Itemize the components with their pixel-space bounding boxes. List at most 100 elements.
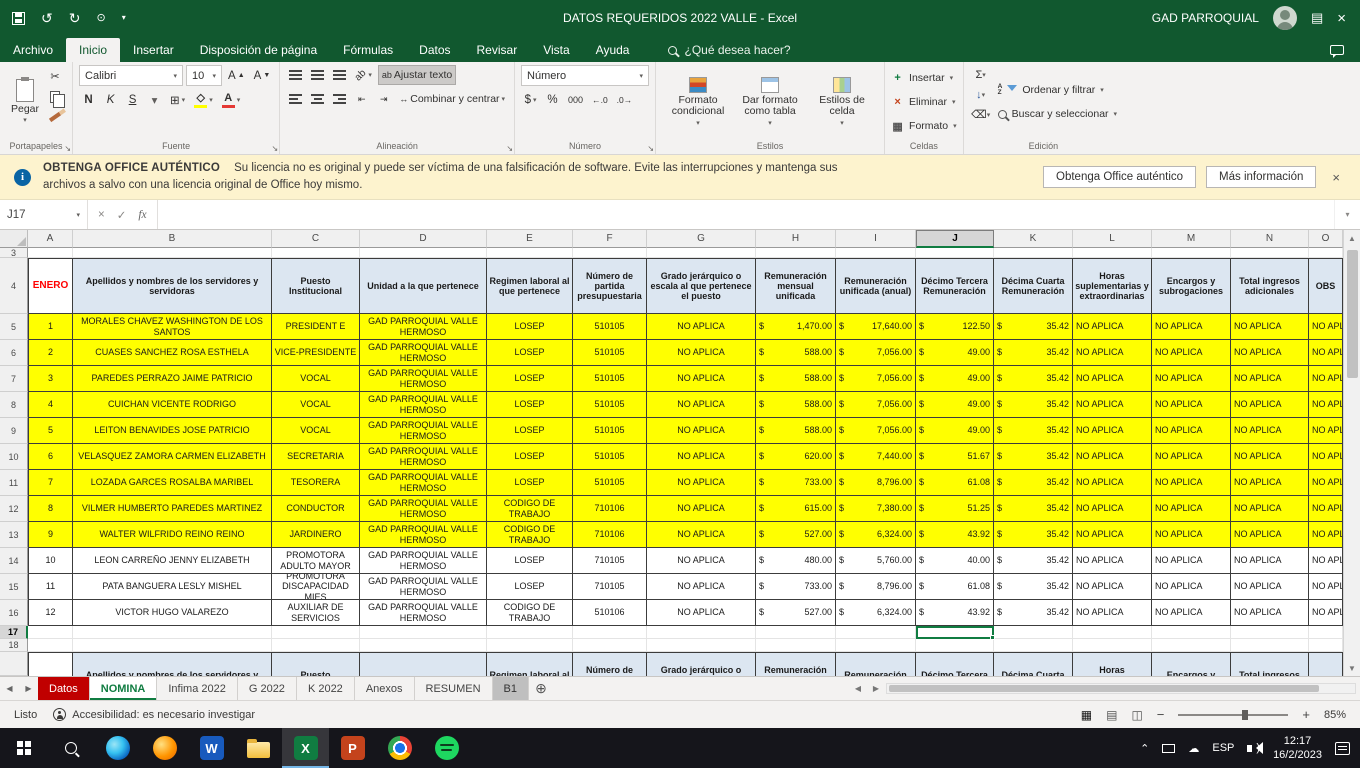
normal-view-icon[interactable]: ▦	[1081, 708, 1092, 722]
cell[interactable]: JARDINERO	[272, 522, 360, 548]
align-right-icon[interactable]	[330, 89, 349, 109]
cell[interactable]: NO APLICA	[1309, 548, 1343, 574]
cell[interactable]: NO APLICA	[1231, 522, 1309, 548]
taskbar-file-explorer[interactable]	[235, 728, 282, 768]
cell[interactable]: $51.25	[916, 496, 994, 522]
learn-more-button[interactable]: Más información	[1206, 166, 1316, 188]
cell[interactable]: GAD PARROQUIAL VALLE HERMOSO	[360, 444, 487, 470]
volume-icon[interactable]: )	[1247, 742, 1260, 754]
cell[interactable]	[994, 639, 1073, 652]
cell[interactable]: NO APLICA	[647, 314, 756, 340]
tab-datos[interactable]: Datos	[406, 38, 463, 62]
cell[interactable]: VILMER HUMBERTO PAREDES MARTINEZ	[73, 496, 272, 522]
column-header-K[interactable]: K	[994, 230, 1073, 248]
row-header-13[interactable]: 13	[0, 522, 28, 548]
cell-styles-button[interactable]: Estilos de celda ▾	[806, 65, 878, 139]
cell[interactable]	[272, 626, 360, 639]
cell[interactable]: NO APLICA	[1073, 444, 1152, 470]
cell[interactable]: VICTOR HUGO VALAREZO	[73, 600, 272, 626]
font-name-combo[interactable]: Calibri▾	[79, 65, 183, 86]
row-header-9[interactable]: 9	[0, 418, 28, 444]
cell[interactable]: $61.08	[916, 574, 994, 600]
cell[interactable]	[28, 639, 73, 652]
cell[interactable]: NO APLICA	[647, 496, 756, 522]
cell[interactable]: NO APLICA	[1231, 366, 1309, 392]
cell[interactable]: NO APLICA	[1309, 522, 1343, 548]
sheet-tab-infima-2022[interactable]: Infima 2022	[157, 677, 237, 700]
cell[interactable]: 11	[28, 574, 73, 600]
save-icon[interactable]	[12, 12, 25, 25]
cell[interactable]: NO APLICA	[1152, 470, 1231, 496]
row-header-14[interactable]: 14	[0, 548, 28, 574]
cell[interactable]: 510105	[573, 392, 647, 418]
wrap-text-button[interactable]: abAjustar texto	[378, 65, 456, 85]
cell[interactable]: 1	[28, 314, 73, 340]
align-left-icon[interactable]	[286, 89, 305, 109]
cell[interactable]: NO APLICA	[1309, 340, 1343, 366]
cell[interactable]: VOCAL	[272, 366, 360, 392]
font-size-combo[interactable]: 10▾	[186, 65, 222, 86]
column-header-N[interactable]: N	[1231, 230, 1309, 248]
cell[interactable]	[647, 639, 756, 652]
cell[interactable]	[487, 626, 573, 639]
sheet-nav-right-icon[interactable]: ▶	[19, 677, 38, 700]
increase-font-icon[interactable]: A▲	[225, 66, 248, 86]
cell[interactable]: Unidad a la que pertenece	[360, 258, 487, 314]
cell[interactable]: Encargos y subrogaciones	[1152, 258, 1231, 314]
cell[interactable]: $620.00	[756, 444, 836, 470]
cell[interactable]: GAD PARROQUIAL VALLE HERMOSO	[360, 600, 487, 626]
cell[interactable]: NO APLICA	[1231, 392, 1309, 418]
cell[interactable]: 510105	[573, 366, 647, 392]
close-notification-icon[interactable]: ×	[1326, 170, 1346, 185]
cell[interactable]: NO APLICA	[647, 522, 756, 548]
cell[interactable]: LOSEP	[487, 444, 573, 470]
cell[interactable]	[994, 248, 1073, 258]
cell[interactable]: GAD PARROQUIAL VALLE HERMOSO	[360, 574, 487, 600]
cell[interactable]	[916, 248, 994, 258]
cell[interactable]: NO APLICA	[1073, 600, 1152, 626]
cell[interactable]	[647, 626, 756, 639]
row-header-11[interactable]: 11	[0, 470, 28, 496]
cell[interactable]: NO APLICA	[1152, 496, 1231, 522]
cell[interactable]: 12	[28, 600, 73, 626]
cell[interactable]	[73, 639, 272, 652]
cell[interactable]: 710106	[573, 522, 647, 548]
cell[interactable]: NO APLICA	[647, 574, 756, 600]
cell[interactable]: NO APLICA	[1309, 392, 1343, 418]
taskbar-clock[interactable]: 12:17 16/2/2023	[1273, 734, 1322, 763]
cell[interactable]: 8	[28, 496, 73, 522]
onedrive-icon[interactable]: ☁	[1188, 742, 1199, 755]
cell[interactable]: $49.00	[916, 418, 994, 444]
column-header-M[interactable]: M	[1152, 230, 1231, 248]
cell[interactable]: Grado jerárquico o escala al que pertene…	[647, 652, 756, 676]
cell[interactable]: VOCAL	[272, 392, 360, 418]
cell[interactable]: 510105	[573, 470, 647, 496]
cell[interactable]: NO APLICA	[1073, 366, 1152, 392]
cell[interactable]: NO APLICA	[647, 340, 756, 366]
align-middle-icon[interactable]	[308, 65, 327, 85]
cell[interactable]: NO APLICA	[1152, 574, 1231, 600]
cell[interactable]: NO APLICA	[1073, 340, 1152, 366]
cell[interactable]: $615.00	[756, 496, 836, 522]
cell[interactable]: $35.42	[994, 496, 1073, 522]
cell[interactable]: 710106	[573, 496, 647, 522]
cell[interactable]: Número de partida presupuestaria	[573, 652, 647, 676]
cell[interactable]: $7,056.00	[836, 366, 916, 392]
cell[interactable]: $49.00	[916, 366, 994, 392]
thousands-format-icon[interactable]: 000	[565, 90, 586, 110]
cell[interactable]: OBS	[1309, 652, 1343, 676]
cell[interactable]: NO APLICA	[1309, 496, 1343, 522]
cell[interactable]: Horas suplementarias y extraordinarias	[1073, 652, 1152, 676]
cell[interactable]: $733.00	[756, 574, 836, 600]
cell[interactable]: 710105	[573, 548, 647, 574]
cell[interactable]: CUICHAN VICENTE RODRIGO	[73, 392, 272, 418]
hscroll-thumb[interactable]	[889, 685, 1319, 692]
column-header-E[interactable]: E	[487, 230, 573, 248]
column-header-H[interactable]: H	[756, 230, 836, 248]
row-header-5[interactable]: 5	[0, 314, 28, 340]
cell[interactable]: GAD PARROQUIAL VALLE HERMOSO	[360, 496, 487, 522]
cut-icon[interactable]: ✂	[46, 69, 64, 84]
tab-disposicion[interactable]: Disposición de página	[187, 38, 330, 62]
cell[interactable]: Apellidos y nombres de los servidores y …	[73, 652, 272, 676]
column-header-G[interactable]: G	[647, 230, 756, 248]
